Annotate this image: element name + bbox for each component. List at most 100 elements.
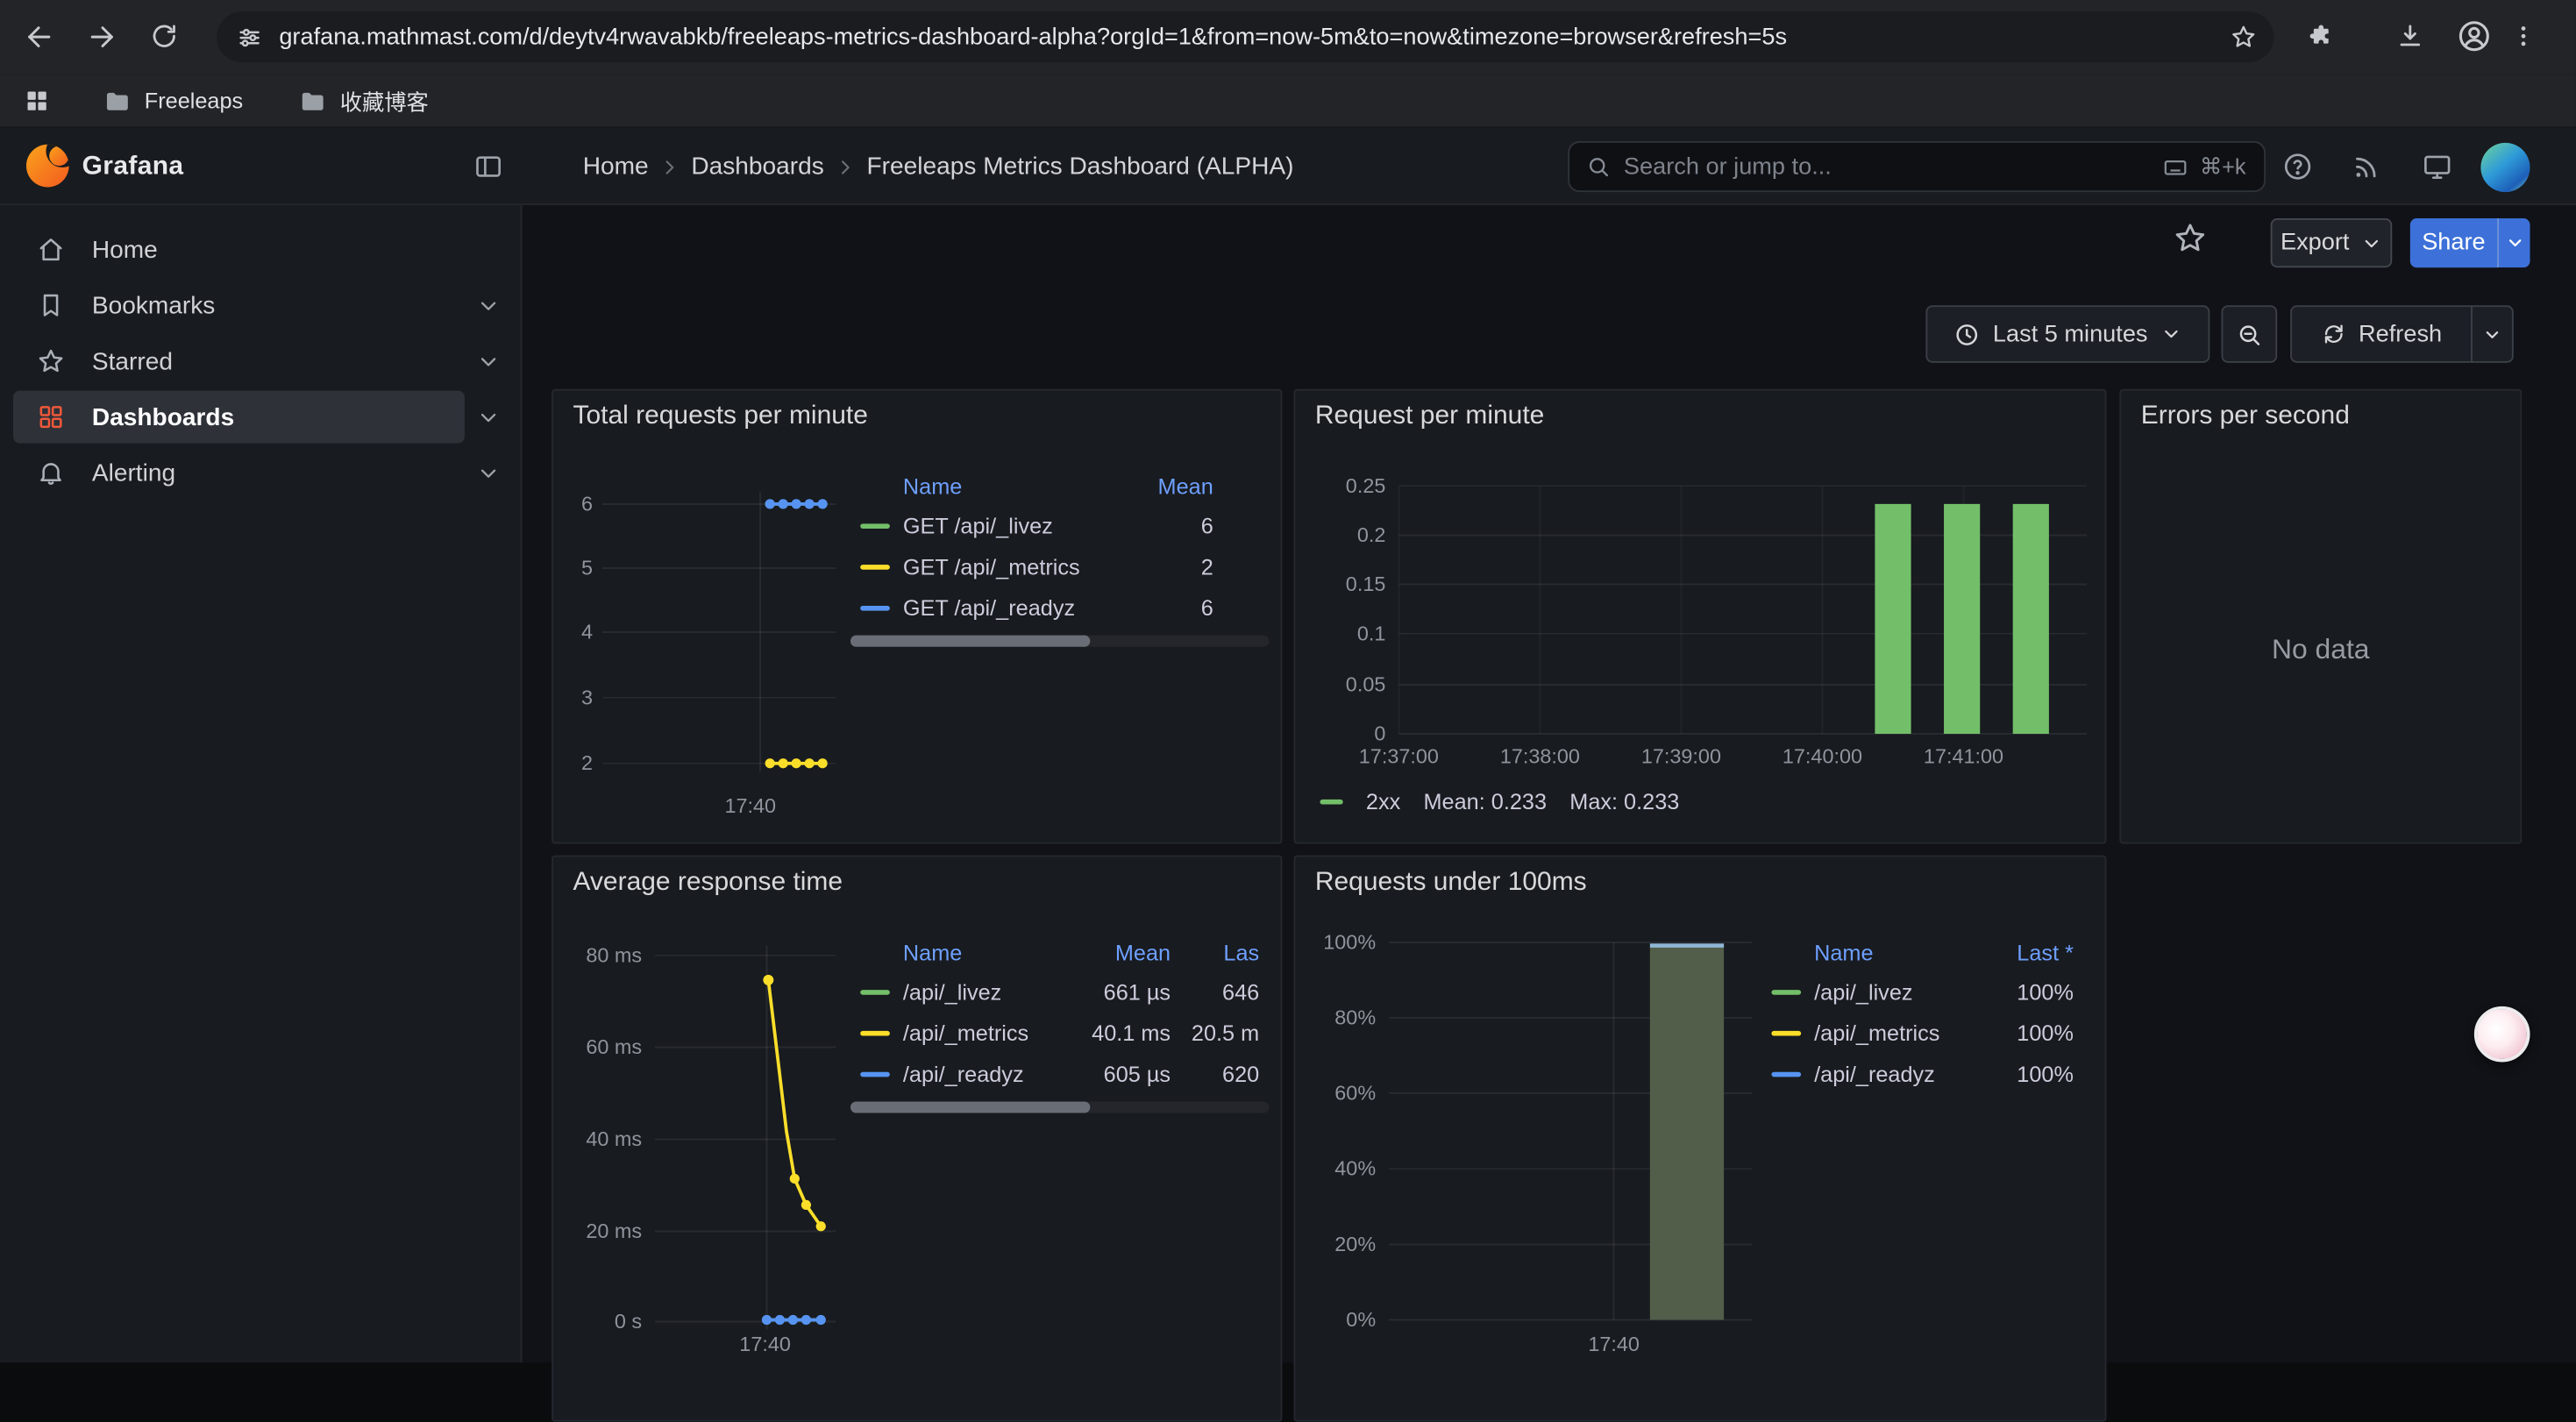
favorite-dashboard-star-icon[interactable]	[2172, 220, 2208, 256]
user-avatar[interactable]	[2480, 142, 2530, 191]
legend-row[interactable]: /api/_metrics 40.1 ms 20.5 m	[850, 1013, 1269, 1054]
legend-col-mean[interactable]: Mean	[1072, 940, 1171, 964]
monitor-icon[interactable]	[2409, 128, 2465, 205]
grafana-brand: Grafana	[82, 128, 184, 205]
legend-col-name[interactable]: Name	[903, 940, 1072, 964]
refresh-interval-dropdown[interactable]	[2471, 305, 2514, 363]
legend-col-last[interactable]: Las	[1171, 940, 1259, 964]
series-mean: 605 µs	[1072, 1063, 1171, 1087]
sidebar-item-dashboards[interactable]: Dashboards	[0, 389, 521, 445]
browser-menu-icon[interactable]	[2501, 8, 2546, 64]
grafana-logo-icon[interactable]	[26, 145, 69, 188]
legend-table: Name Mean Las /api/_livez 661 µs 646 /ap…	[850, 933, 1269, 1113]
scrollbar-thumb[interactable]	[850, 636, 1090, 647]
url-input[interactable]	[279, 24, 2230, 50]
chevron-right-icon	[658, 155, 681, 178]
legend-scrollbar[interactable]	[850, 1101, 1269, 1113]
sidebar-item-alerting[interactable]: Alerting	[0, 444, 521, 501]
series-color-swatch	[860, 1031, 890, 1036]
browser-forward-button[interactable]	[74, 8, 130, 64]
legend-col-mean[interactable]: Mean	[1108, 473, 1213, 498]
search-box[interactable]: ⌘+k	[1568, 141, 2266, 192]
folder-icon	[299, 86, 327, 114]
x-tick: 17:40	[715, 1333, 814, 1355]
legend-inline[interactable]: 2xx Mean: 0.233 Max: 0.233	[1320, 790, 1679, 814]
address-bar[interactable]	[217, 11, 2274, 62]
series-name: /api/_metrics	[1814, 1021, 1975, 1046]
news-rss-icon[interactable]	[2338, 128, 2394, 205]
bookmarks-bar: Freeleaps 收藏博客	[0, 74, 2576, 128]
legend-row[interactable]: GET /api/_livez 6	[850, 506, 1269, 547]
series-mean: 6	[1108, 514, 1213, 538]
time-range-picker[interactable]: Last 5 minutes	[1925, 305, 2210, 363]
chevron-down-icon[interactable]	[476, 460, 501, 485]
export-button[interactable]: Export	[2271, 218, 2393, 267]
series-max: Max: 0.233	[1569, 790, 1679, 814]
y-tick: 6	[553, 493, 593, 515]
legend-row[interactable]: /api/_readyz 100%	[1761, 1054, 2090, 1095]
refresh-icon	[2321, 322, 2345, 346]
sidebar-item-starred[interactable]: Starred	[0, 333, 521, 389]
bell-icon	[36, 458, 66, 487]
x-tick: 17:38:00	[1471, 745, 1609, 768]
x-tick: 17:37:00	[1330, 745, 1468, 768]
refresh-button[interactable]: Refresh	[2290, 305, 2473, 363]
panel-title[interactable]: Errors per second	[2141, 402, 2350, 432]
share-button[interactable]: Share	[2410, 218, 2497, 267]
bookmark-icon	[36, 290, 66, 320]
legend-row[interactable]: /api/_livez 100%	[1761, 972, 2090, 1013]
help-icon[interactable]	[2269, 128, 2325, 205]
share-button-group: Share	[2410, 218, 2530, 267]
site-info-icon[interactable]	[237, 24, 263, 50]
series-color-swatch	[860, 523, 890, 529]
sidebar-item-label: Dashboards	[92, 403, 234, 431]
series-name[interactable]: 2xx	[1366, 790, 1400, 814]
series-mean: 40.1 ms	[1072, 1021, 1171, 1046]
keyboard-icon	[2162, 153, 2188, 180]
apps-grid-icon[interactable]	[23, 86, 51, 114]
chevron-down-icon[interactable]	[476, 293, 501, 317]
legend-row[interactable]: GET /api/_metrics 2	[850, 547, 1269, 588]
share-dropdown-button[interactable]	[2497, 218, 2530, 267]
chart-request-per-min[interactable]	[1295, 391, 2106, 844]
refresh-label: Refresh	[2359, 321, 2442, 347]
chevron-down-icon[interactable]	[476, 349, 501, 373]
legend-row[interactable]: /api/_livez 661 µs 646	[850, 972, 1269, 1013]
sidebar-item-home[interactable]: Home	[0, 222, 521, 278]
legend-row[interactable]: GET /api/_readyz 6	[850, 587, 1269, 629]
browser-back-button[interactable]	[10, 8, 66, 64]
bookmark-star-icon[interactable]	[2230, 23, 2258, 51]
sidebar-item-bookmarks[interactable]: Bookmarks	[0, 277, 521, 333]
series-color-swatch	[860, 565, 890, 570]
forward-arrow-icon	[86, 20, 117, 52]
bookmark-item-freeleaps[interactable]: Freeleaps	[90, 80, 256, 121]
dock-sidebar-icon[interactable]	[473, 151, 504, 182]
clock-icon	[1953, 321, 1980, 347]
share-label: Share	[2422, 230, 2485, 256]
zoom-out-button[interactable]	[2221, 305, 2277, 363]
breadcrumb-dashboards[interactable]: Dashboards	[691, 153, 823, 181]
legend-col-name[interactable]: Name	[1814, 940, 1975, 964]
breadcrumb-home[interactable]: Home	[583, 153, 649, 181]
chevron-down-icon	[2504, 233, 2523, 252]
series-color-swatch	[860, 606, 890, 611]
legend-row[interactable]: /api/_readyz 605 µs 620	[850, 1054, 1269, 1095]
bookmark-item-blogs[interactable]: 收藏博客	[286, 77, 442, 123]
chevron-down-icon[interactable]	[476, 405, 501, 430]
legend-col-last[interactable]: Last *	[1975, 940, 2074, 964]
downloads-icon[interactable]	[2382, 8, 2438, 64]
floating-avatar-bubble[interactable]	[2474, 1006, 2530, 1063]
panel-avg-response-time: Average response time	[551, 856, 1282, 1422]
search-input[interactable]	[1624, 153, 2162, 180]
x-tick: 17:41:00	[1895, 745, 2032, 768]
scrollbar-thumb[interactable]	[850, 1101, 1090, 1113]
legend-scrollbar[interactable]	[850, 636, 1269, 647]
legend-row[interactable]: /api/_metrics 100%	[1761, 1013, 2090, 1054]
legend-col-name[interactable]: Name	[903, 473, 1108, 498]
browser-reload-button[interactable]	[136, 8, 192, 64]
profile-avatar[interactable]	[2446, 8, 2502, 64]
extensions-icon[interactable]	[2292, 8, 2348, 64]
series-last: 100%	[1975, 1021, 2074, 1046]
series-name: /api/_livez	[1814, 980, 1975, 1005]
y-tick: 40 ms	[553, 1127, 642, 1150]
